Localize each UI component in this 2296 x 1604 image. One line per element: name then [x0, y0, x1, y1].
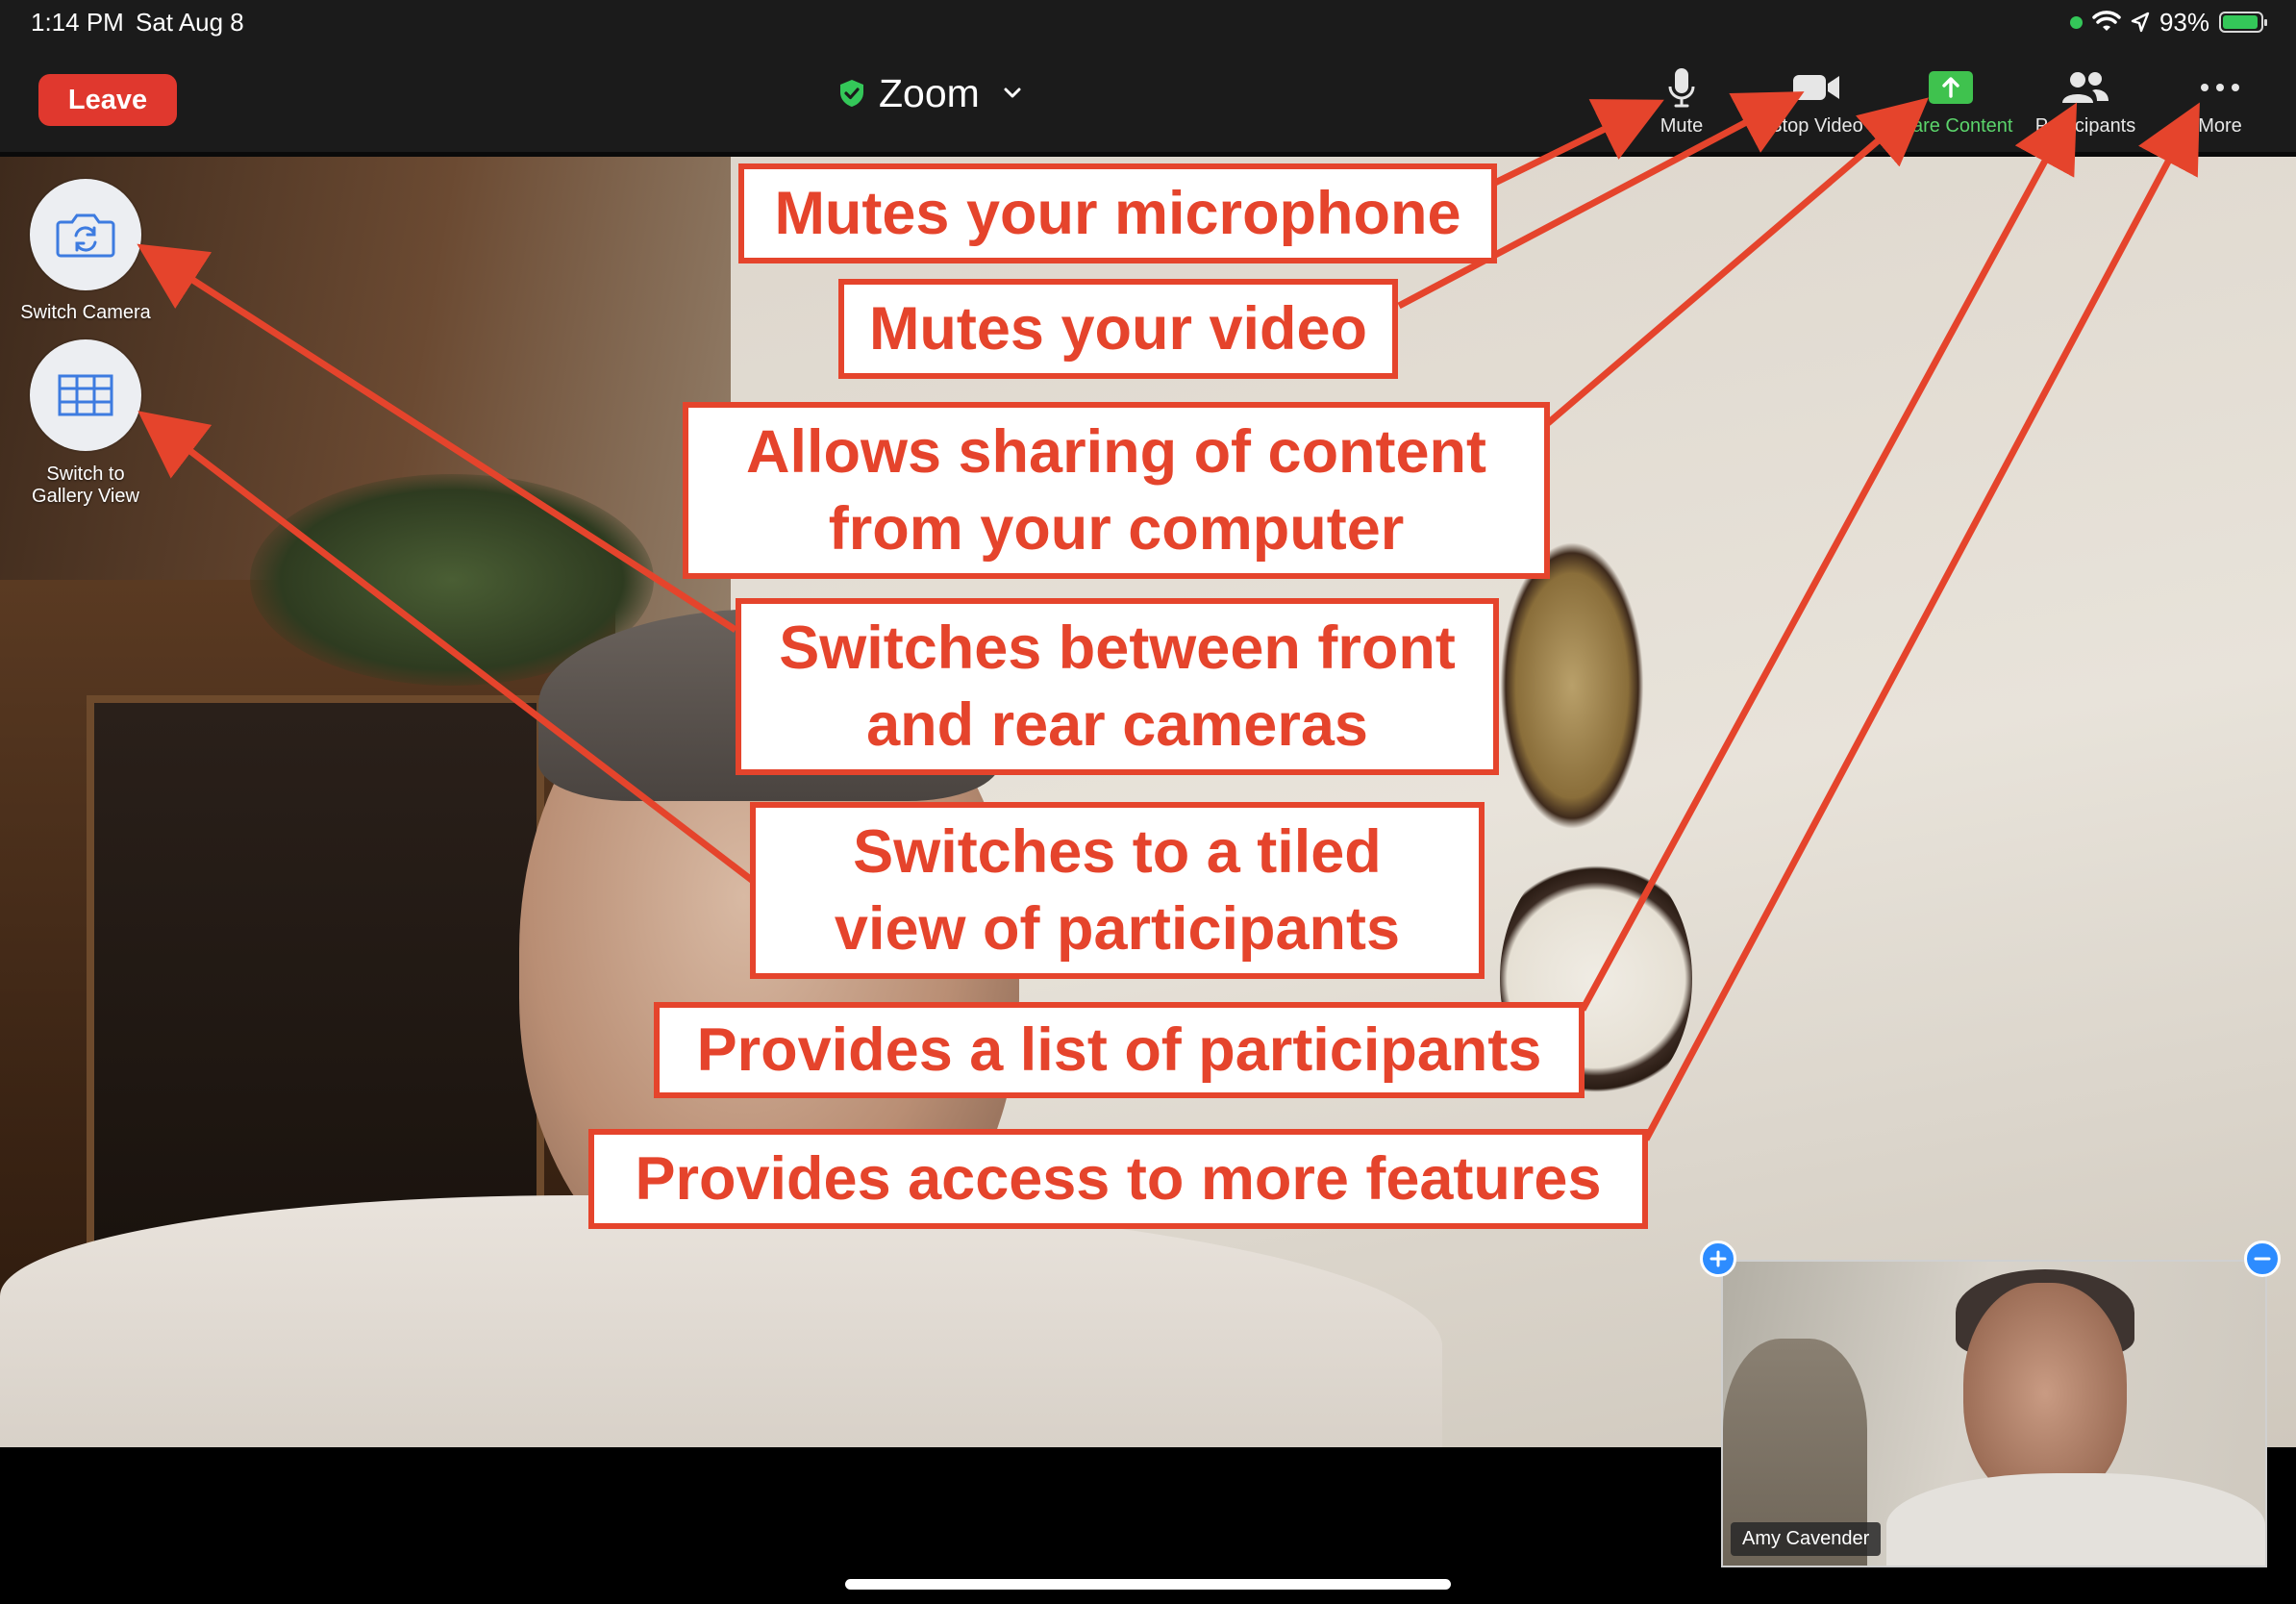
mute-label: Mute [1660, 115, 1704, 137]
callout-participants: Provides a list of participants [654, 1002, 1585, 1098]
switch-camera-button[interactable] [30, 179, 141, 290]
self-view-name: Amy Cavender [1731, 1522, 1882, 1556]
status-indicators: 93% [2069, 7, 2267, 37]
gallery-view-button[interactable] [30, 339, 141, 451]
callout-more: Provides access to more features [588, 1129, 1648, 1229]
plus-icon [1710, 1250, 1727, 1267]
meeting-title-dropdown[interactable]: Zoom [838, 67, 1024, 119]
expand-self-view-button[interactable] [1700, 1241, 1736, 1277]
battery-percent: 93% [2159, 7, 2209, 37]
gallery-view-label: Switch to Gallery View [32, 464, 139, 507]
green-dot-icon [2069, 15, 2083, 29]
status-bar: 1:14 PM Sat Aug 8 93% [0, 0, 2296, 46]
more-button[interactable]: More [2158, 67, 2283, 138]
meeting-toolbar: Leave Zoom Mute Stop Video Share Content… [0, 46, 2296, 157]
status-time: 1:14 PM [31, 8, 124, 37]
minimize-self-view-button[interactable] [2244, 1241, 2281, 1277]
switch-camera-label: Switch Camera [20, 302, 151, 323]
share-arrow-icon [1929, 71, 1973, 104]
gallery-grid-icon [58, 374, 113, 416]
self-view-video[interactable]: Amy Cavender [1721, 1260, 2267, 1567]
leave-button[interactable]: Leave [38, 74, 177, 126]
share-content-label: Share Content [1888, 115, 2013, 137]
stop-video-button[interactable]: Stop Video [1754, 67, 1879, 138]
participants-button[interactable]: Participants [2023, 67, 2148, 138]
more-dots-icon [2201, 84, 2239, 91]
callout-mute: Mutes your microphone [738, 163, 1497, 263]
shield-check-icon [840, 80, 863, 107]
home-indicator[interactable] [845, 1579, 1451, 1590]
battery-charging-icon [2219, 12, 2267, 33]
share-content-button[interactable]: Share Content [1888, 67, 2013, 138]
camera-switch-icon [56, 213, 115, 258]
more-label: More [2198, 115, 2242, 137]
location-arrow-icon [2131, 12, 2150, 33]
mute-button[interactable]: Mute [1619, 67, 1744, 138]
wifi-icon [2092, 11, 2121, 31]
callout-switch-camera: Switches between front and rear cameras [736, 598, 1499, 775]
callout-gallery-view: Switches to a tiled view of participants [750, 802, 1485, 979]
microphone-icon [1668, 68, 1695, 108]
minus-icon [2254, 1257, 2271, 1261]
callout-share-content: Allows sharing of content from your comp… [683, 402, 1550, 579]
meeting-title: Zoom [879, 70, 980, 115]
stop-video-label: Stop Video [1769, 115, 1863, 137]
status-date: Sat Aug 8 [136, 8, 244, 37]
participants-label: Participants [2034, 115, 2136, 137]
participants-icon [2062, 72, 2109, 103]
video-camera-icon [1793, 75, 1839, 100]
chevron-down-icon [1004, 88, 1021, 98]
callout-stop-video: Mutes your video [838, 279, 1398, 379]
